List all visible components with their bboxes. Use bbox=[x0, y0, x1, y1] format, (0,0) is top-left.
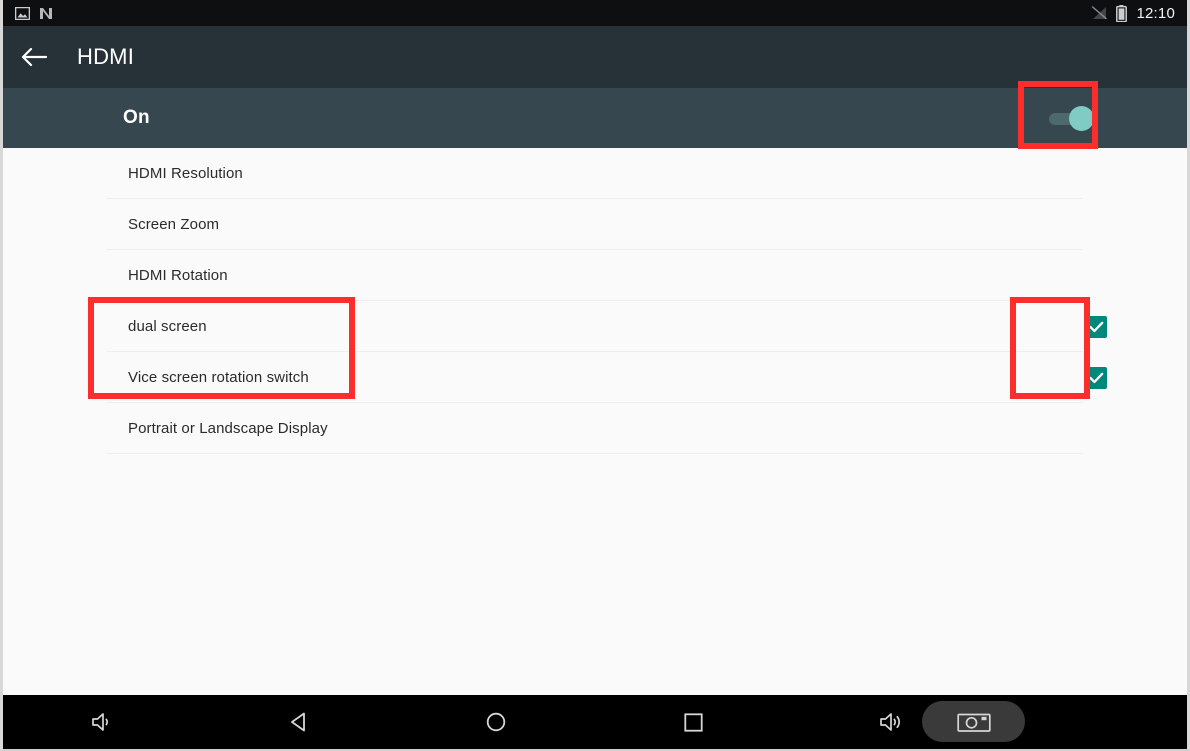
status-bar-right-icons: 12:10 bbox=[1091, 4, 1175, 22]
list-item-label: HDMI Rotation bbox=[128, 267, 228, 284]
navigation-bar bbox=[3, 695, 1187, 749]
row-divider bbox=[107, 453, 1083, 454]
home-circle-icon[interactable] bbox=[398, 695, 595, 749]
toggle-switch-on-icon[interactable] bbox=[1047, 104, 1103, 132]
list-item[interactable]: Screen Zoom bbox=[3, 199, 1187, 250]
switch-thumb bbox=[1069, 106, 1094, 131]
recents-square-icon[interactable] bbox=[595, 695, 792, 749]
screenshot-image-icon bbox=[15, 6, 30, 20]
checkbox-checked-icon[interactable] bbox=[1085, 315, 1107, 338]
app-bar: HDMI bbox=[3, 26, 1187, 88]
status-bar-clock: 12:10 bbox=[1136, 4, 1175, 22]
settings-list: HDMI Resolution Screen Zoom HDMI Rotatio… bbox=[3, 148, 1187, 454]
nfc-n-icon bbox=[39, 7, 53, 20]
status-bar: 12:10 bbox=[3, 0, 1187, 26]
page-title: HDMI bbox=[77, 44, 135, 69]
battery-icon bbox=[1116, 4, 1128, 22]
list-item[interactable]: Vice screen rotation switch bbox=[3, 352, 1187, 403]
status-bar-left-icons bbox=[15, 6, 53, 20]
list-item-label: dual screen bbox=[128, 318, 207, 335]
list-item-label: Portrait or Landscape Display bbox=[128, 420, 328, 437]
master-toggle-row[interactable]: On bbox=[3, 88, 1187, 148]
list-item[interactable]: dual screen bbox=[3, 301, 1187, 352]
list-item[interactable]: Portrait or Landscape Display bbox=[3, 403, 1187, 454]
device-screen: 12:10 HDMI On HDMI Resolution Screen Zoo… bbox=[0, 0, 1190, 751]
checkbox-checked-icon[interactable] bbox=[1085, 366, 1107, 389]
screenshot-camera-icon[interactable] bbox=[922, 701, 1025, 742]
signal-off-icon bbox=[1091, 6, 1108, 20]
volume-down-icon[interactable] bbox=[3, 695, 200, 749]
back-triangle-icon[interactable] bbox=[200, 695, 397, 749]
back-arrow-icon[interactable] bbox=[3, 26, 65, 88]
list-item-label: Screen Zoom bbox=[128, 216, 220, 233]
list-item[interactable]: HDMI Resolution bbox=[3, 148, 1187, 199]
list-item-label: HDMI Resolution bbox=[128, 165, 243, 182]
master-toggle-label: On bbox=[123, 107, 150, 128]
list-item-label: Vice screen rotation switch bbox=[128, 369, 309, 386]
list-item[interactable]: HDMI Rotation bbox=[3, 250, 1187, 301]
